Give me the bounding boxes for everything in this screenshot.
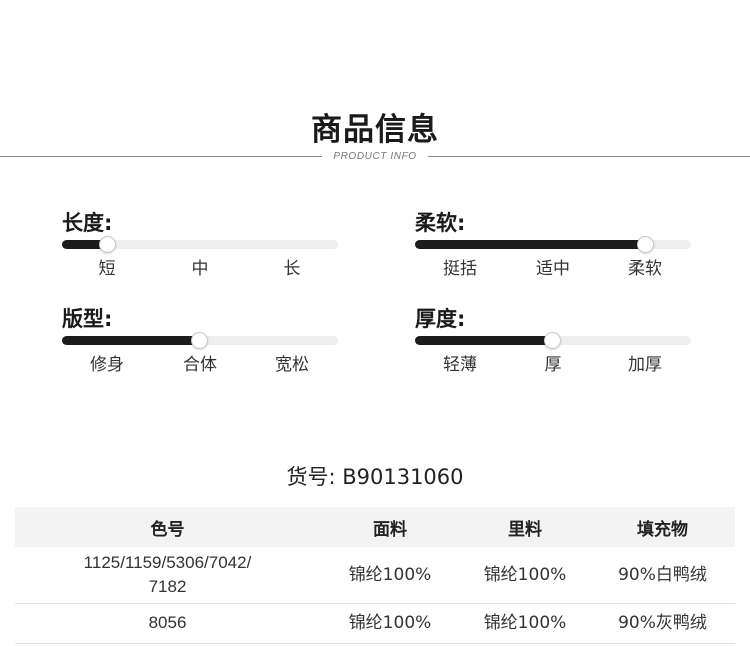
header-filling: 填充物	[590, 507, 735, 547]
table-header-row: 色号 面料 里料 填充物	[15, 507, 735, 547]
softness-option-soft: 柔软	[628, 259, 662, 279]
length-options: 短 中 长	[62, 257, 338, 281]
softness-label: 柔软:	[415, 211, 466, 235]
fit-label: 版型:	[62, 307, 113, 331]
fit-options: 修身 合体 宽松	[62, 353, 338, 377]
length-option-long: 长	[283, 259, 301, 279]
thickness-slider-knob	[544, 332, 561, 349]
softness-slider-knob	[636, 236, 654, 253]
fit-slider	[62, 332, 338, 349]
length-option-short: 短	[98, 259, 116, 279]
cell-lining: 锦纶100%	[460, 547, 590, 604]
fit-option-loose: 宽松	[275, 355, 309, 375]
cell-filling: 90%白鸭绒	[590, 547, 735, 604]
length-slider	[62, 236, 338, 253]
section-title: 商品信息	[311, 112, 439, 148]
fit-slider-fill	[62, 336, 200, 345]
thickness-attribute: 厚度: 轻薄 厚 加厚	[415, 305, 691, 385]
softness-attribute: 柔软: 挺括 适中 柔软	[415, 209, 691, 289]
softness-options: 挺括 适中 柔软	[415, 257, 691, 281]
fit-option-slim: 修身	[90, 355, 124, 375]
title-divider-left	[0, 156, 322, 157]
length-label: 长度:	[62, 211, 113, 235]
thickness-options: 轻薄 厚 加厚	[415, 353, 691, 377]
thickness-slider	[415, 332, 691, 349]
softness-option-crisp: 挺括	[443, 259, 477, 279]
length-slider-knob	[98, 236, 116, 253]
softness-slider-fill	[415, 240, 645, 249]
thickness-option-thin: 轻薄	[443, 355, 477, 375]
thickness-label: 厚度:	[415, 307, 466, 331]
title-divider-right	[428, 156, 750, 157]
table-row: 1125/1159/5306/7042/ 7182 锦纶100% 锦纶100% …	[15, 547, 735, 604]
section-subtitle: PRODUCT INFO	[333, 151, 417, 162]
softness-option-moderate: 适中	[536, 259, 570, 279]
length-option-medium: 中	[191, 259, 209, 279]
table-row: 8056 锦纶100% 锦纶100% 90%灰鸭绒	[15, 603, 735, 644]
header-lining: 里料	[460, 507, 590, 547]
cell-fabric: 锦纶100%	[320, 603, 460, 644]
thickness-slider-fill	[415, 336, 553, 345]
cell-color-code: 8056	[15, 603, 320, 644]
length-attribute: 长度: 短 中 长	[62, 209, 338, 289]
spec-table: 色号 面料 里料 填充物 1125/1159/5306/7042/ 7182 锦…	[15, 507, 735, 644]
fit-slider-knob	[191, 332, 208, 349]
fit-option-regular: 合体	[183, 355, 217, 375]
cell-color-code: 1125/1159/5306/7042/ 7182	[15, 547, 320, 604]
header-color-code: 色号	[15, 507, 320, 547]
softness-slider	[415, 236, 691, 253]
fit-attribute: 版型: 修身 合体 宽松	[62, 305, 338, 385]
header-fabric: 面料	[320, 507, 460, 547]
thickness-option-extra-thick: 加厚	[628, 355, 662, 375]
cell-filling: 90%灰鸭绒	[590, 603, 735, 644]
thickness-option-thick: 厚	[544, 355, 562, 375]
cell-lining: 锦纶100%	[460, 603, 590, 644]
cell-fabric: 锦纶100%	[320, 547, 460, 604]
sku-number: 货号: B90131060	[286, 465, 464, 489]
